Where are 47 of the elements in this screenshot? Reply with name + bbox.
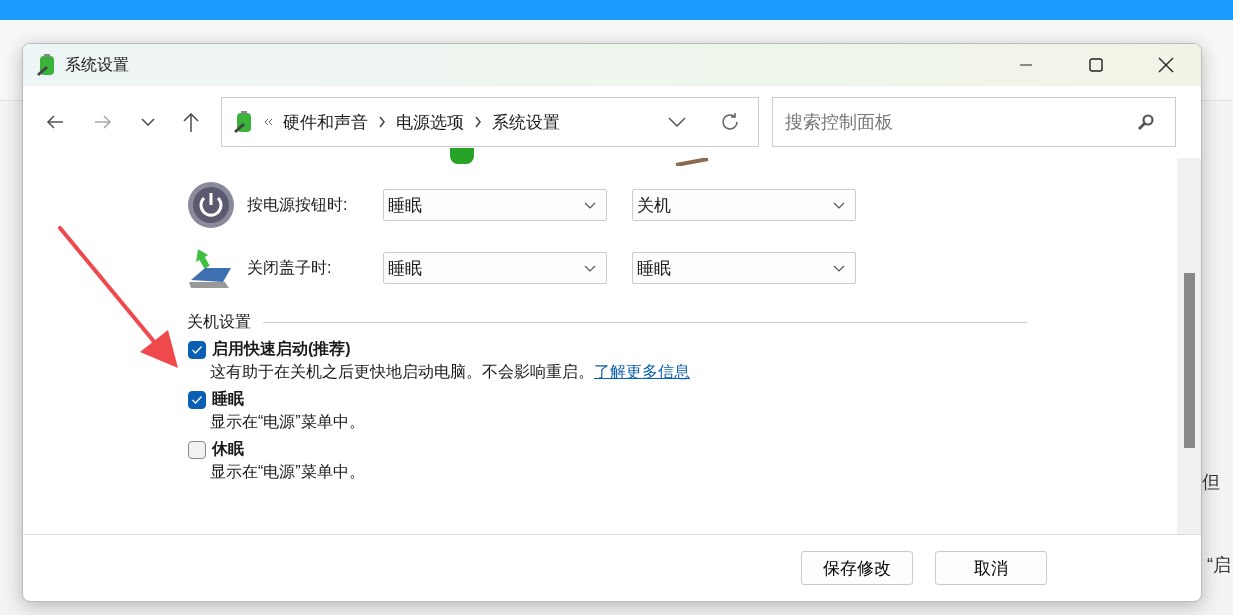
search-field[interactable]: 搜索控制面板 <box>772 97 1176 147</box>
dialog-button[interactable]: 取消 <box>935 551 1047 585</box>
dropdown[interactable]: 睡眠 <box>383 189 607 221</box>
refresh-icon[interactable] <box>720 112 740 132</box>
checkbox[interactable] <box>188 440 206 459</box>
option-label: 睡眠 <box>212 389 244 409</box>
breadcrumb-item[interactable]: 硬件和声音 <box>283 110 368 134</box>
setting-label: 按电源按钮时: <box>247 194 349 215</box>
double-chevron-icon <box>264 118 273 126</box>
chevron-right-icon <box>474 116 482 128</box>
checkmark-icon <box>191 394 203 405</box>
maximize-icon <box>1089 58 1103 72</box>
window-title: 系统设置 <box>65 54 129 75</box>
option-label: 启用快速启动(推荐) <box>212 339 351 359</box>
dialog-button[interactable]: 保存修改 <box>801 551 913 585</box>
dropdown[interactable]: 关机 <box>632 189 856 221</box>
setting-label: 关闭盖子时: <box>247 257 333 278</box>
scrollbar[interactable] <box>1177 158 1201 534</box>
battery-icon <box>450 148 474 166</box>
dropdown[interactable]: 睡眠 <box>632 252 856 284</box>
learn-more-link[interactable]: 了解更多信息 <box>594 362 690 383</box>
breadcrumb-item[interactable]: 电源选项 <box>396 110 464 134</box>
chevron-down-icon <box>584 201 596 209</box>
plug-icon <box>674 158 710 166</box>
chevron-down-icon <box>833 264 845 272</box>
power-icon <box>187 181 235 229</box>
breadcrumb-item[interactable]: 系统设置 <box>492 110 560 134</box>
search-icon <box>1137 113 1155 131</box>
address-bar[interactable]: 硬件和声音 电源选项 系统设置 <box>221 97 759 147</box>
up-arrow-icon[interactable] <box>181 111 201 133</box>
close-icon <box>1158 57 1174 73</box>
dropdown[interactable]: 睡眠 <box>383 252 607 284</box>
chevron-down-icon <box>833 201 845 209</box>
chevron-right-icon <box>378 116 386 128</box>
chevron-down-icon <box>584 264 596 272</box>
chevron-down-icon[interactable] <box>141 117 155 127</box>
background-text: “启 <box>1207 554 1231 577</box>
option-label: 休眠 <box>212 439 244 459</box>
option-description: 显示在“电源”菜单中。 <box>210 462 365 482</box>
checkbox[interactable] <box>188 390 206 409</box>
checkbox[interactable] <box>188 340 206 359</box>
option-description: 这有助于在关机之后更快地启动电脑。不会影响重启。 <box>210 362 594 382</box>
section-heading: 关机设置 <box>187 312 251 332</box>
option-description: 显示在“电源”菜单中。 <box>210 412 365 432</box>
background-text: 但 <box>1202 471 1220 494</box>
checkmark-icon <box>191 344 203 355</box>
chevron-down-icon[interactable] <box>668 117 686 127</box>
